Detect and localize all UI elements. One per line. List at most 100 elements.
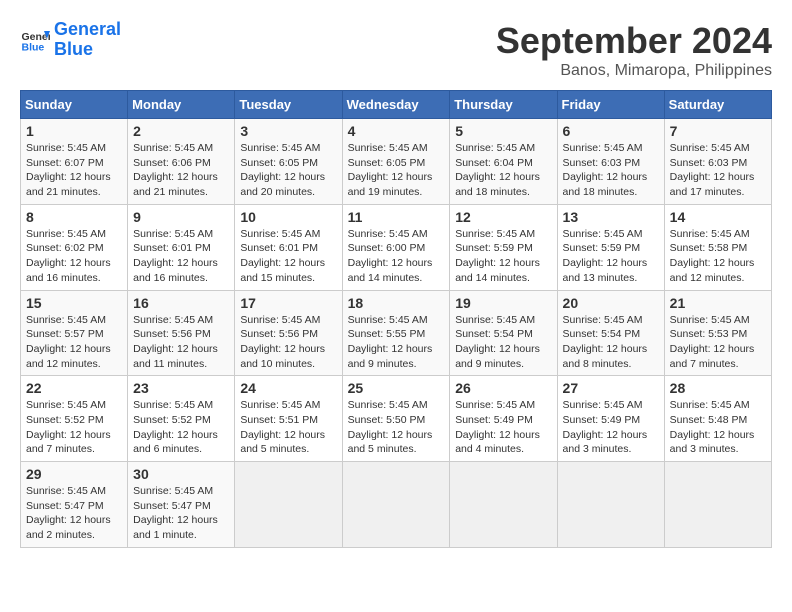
table-row: 1 Sunrise: 5:45 AM Sunset: 6:07 PM Dayli… [21,119,128,205]
table-row: 12 Sunrise: 5:45 AM Sunset: 5:59 PM Dayl… [450,204,557,290]
logo-text: General [54,20,121,40]
header-sunday: Sunday [21,91,128,119]
day-number: 21 [670,295,766,311]
day-info: Sunrise: 5:45 AM Sunset: 6:03 PM Dayligh… [670,141,766,200]
day-number: 15 [26,295,122,311]
day-info: Sunrise: 5:45 AM Sunset: 5:51 PM Dayligh… [240,398,336,457]
day-info: Sunrise: 5:45 AM Sunset: 6:05 PM Dayligh… [348,141,445,200]
day-number: 30 [133,466,229,482]
table-row [342,462,450,548]
table-row: 9 Sunrise: 5:45 AM Sunset: 6:01 PM Dayli… [128,204,235,290]
day-number: 19 [455,295,551,311]
day-number: 8 [26,209,122,225]
table-row: 20 Sunrise: 5:45 AM Sunset: 5:54 PM Dayl… [557,290,664,376]
table-row [557,462,664,548]
day-info: Sunrise: 5:45 AM Sunset: 5:58 PM Dayligh… [670,227,766,286]
day-info: Sunrise: 5:45 AM Sunset: 6:06 PM Dayligh… [133,141,229,200]
weekday-header-row: Sunday Monday Tuesday Wednesday Thursday… [21,91,772,119]
header-tuesday: Tuesday [235,91,342,119]
table-row: 17 Sunrise: 5:45 AM Sunset: 5:56 PM Dayl… [235,290,342,376]
table-row: 16 Sunrise: 5:45 AM Sunset: 5:56 PM Dayl… [128,290,235,376]
day-info: Sunrise: 5:45 AM Sunset: 6:01 PM Dayligh… [240,227,336,286]
day-number: 17 [240,295,336,311]
table-row: 27 Sunrise: 5:45 AM Sunset: 5:49 PM Dayl… [557,376,664,462]
day-number: 18 [348,295,445,311]
day-number: 2 [133,123,229,139]
logo: General Blue General Blue [20,20,121,60]
day-info: Sunrise: 5:45 AM Sunset: 6:01 PM Dayligh… [133,227,229,286]
calendar-week-row: 15 Sunrise: 5:45 AM Sunset: 5:57 PM Dayl… [21,290,772,376]
day-number: 29 [26,466,122,482]
day-info: Sunrise: 5:45 AM Sunset: 5:57 PM Dayligh… [26,313,122,372]
day-number: 13 [563,209,659,225]
day-number: 24 [240,380,336,396]
day-number: 5 [455,123,551,139]
table-row: 3 Sunrise: 5:45 AM Sunset: 6:05 PM Dayli… [235,119,342,205]
title-area: September 2024 Banos, Mimaropa, Philippi… [496,20,772,80]
table-row: 22 Sunrise: 5:45 AM Sunset: 5:52 PM Dayl… [21,376,128,462]
day-info: Sunrise: 5:45 AM Sunset: 5:59 PM Dayligh… [563,227,659,286]
day-info: Sunrise: 5:45 AM Sunset: 5:53 PM Dayligh… [670,313,766,372]
table-row: 14 Sunrise: 5:45 AM Sunset: 5:58 PM Dayl… [664,204,771,290]
table-row: 2 Sunrise: 5:45 AM Sunset: 6:06 PM Dayli… [128,119,235,205]
location-title: Banos, Mimaropa, Philippines [496,62,772,80]
table-row: 25 Sunrise: 5:45 AM Sunset: 5:50 PM Dayl… [342,376,450,462]
day-info: Sunrise: 5:45 AM Sunset: 5:55 PM Dayligh… [348,313,445,372]
day-info: Sunrise: 5:45 AM Sunset: 5:59 PM Dayligh… [455,227,551,286]
day-number: 26 [455,380,551,396]
table-row: 26 Sunrise: 5:45 AM Sunset: 5:49 PM Dayl… [450,376,557,462]
day-info: Sunrise: 5:45 AM Sunset: 5:48 PM Dayligh… [670,398,766,457]
day-info: Sunrise: 5:45 AM Sunset: 6:03 PM Dayligh… [563,141,659,200]
header-saturday: Saturday [664,91,771,119]
day-number: 23 [133,380,229,396]
table-row [664,462,771,548]
day-info: Sunrise: 5:45 AM Sunset: 5:56 PM Dayligh… [133,313,229,372]
table-row: 24 Sunrise: 5:45 AM Sunset: 5:51 PM Dayl… [235,376,342,462]
table-row: 11 Sunrise: 5:45 AM Sunset: 6:00 PM Dayl… [342,204,450,290]
day-number: 16 [133,295,229,311]
day-number: 1 [26,123,122,139]
day-number: 10 [240,209,336,225]
day-number: 27 [563,380,659,396]
table-row: 8 Sunrise: 5:45 AM Sunset: 6:02 PM Dayli… [21,204,128,290]
day-info: Sunrise: 5:45 AM Sunset: 5:47 PM Dayligh… [26,484,122,543]
day-info: Sunrise: 5:45 AM Sunset: 5:49 PM Dayligh… [563,398,659,457]
day-info: Sunrise: 5:45 AM Sunset: 6:05 PM Dayligh… [240,141,336,200]
day-info: Sunrise: 5:45 AM Sunset: 5:49 PM Dayligh… [455,398,551,457]
logo-icon: General Blue [20,25,50,55]
day-info: Sunrise: 5:45 AM Sunset: 5:54 PM Dayligh… [455,313,551,372]
day-info: Sunrise: 5:45 AM Sunset: 5:50 PM Dayligh… [348,398,445,457]
table-row: 28 Sunrise: 5:45 AM Sunset: 5:48 PM Dayl… [664,376,771,462]
day-number: 28 [670,380,766,396]
day-number: 9 [133,209,229,225]
day-number: 12 [455,209,551,225]
table-row [235,462,342,548]
calendar-week-row: 22 Sunrise: 5:45 AM Sunset: 5:52 PM Dayl… [21,376,772,462]
day-info: Sunrise: 5:45 AM Sunset: 6:02 PM Dayligh… [26,227,122,286]
table-row: 7 Sunrise: 5:45 AM Sunset: 6:03 PM Dayli… [664,119,771,205]
day-info: Sunrise: 5:45 AM Sunset: 5:56 PM Dayligh… [240,313,336,372]
day-number: 20 [563,295,659,311]
day-number: 6 [563,123,659,139]
table-row: 4 Sunrise: 5:45 AM Sunset: 6:05 PM Dayli… [342,119,450,205]
header-friday: Friday [557,91,664,119]
header: General Blue General Blue September 2024… [20,20,772,80]
day-number: 22 [26,380,122,396]
header-monday: Monday [128,91,235,119]
table-row: 6 Sunrise: 5:45 AM Sunset: 6:03 PM Dayli… [557,119,664,205]
header-thursday: Thursday [450,91,557,119]
table-row: 15 Sunrise: 5:45 AM Sunset: 5:57 PM Dayl… [21,290,128,376]
calendar-week-row: 8 Sunrise: 5:45 AM Sunset: 6:02 PM Dayli… [21,204,772,290]
day-info: Sunrise: 5:45 AM Sunset: 5:52 PM Dayligh… [26,398,122,457]
logo-text-blue: Blue [54,40,121,60]
svg-text:Blue: Blue [22,41,45,53]
calendar-week-row: 1 Sunrise: 5:45 AM Sunset: 6:07 PM Dayli… [21,119,772,205]
day-info: Sunrise: 5:45 AM Sunset: 6:00 PM Dayligh… [348,227,445,286]
table-row: 18 Sunrise: 5:45 AM Sunset: 5:55 PM Dayl… [342,290,450,376]
table-row [450,462,557,548]
calendar-week-row: 29 Sunrise: 5:45 AM Sunset: 5:47 PM Dayl… [21,462,772,548]
day-number: 25 [348,380,445,396]
day-number: 7 [670,123,766,139]
table-row: 30 Sunrise: 5:45 AM Sunset: 5:47 PM Dayl… [128,462,235,548]
table-row: 10 Sunrise: 5:45 AM Sunset: 6:01 PM Dayl… [235,204,342,290]
